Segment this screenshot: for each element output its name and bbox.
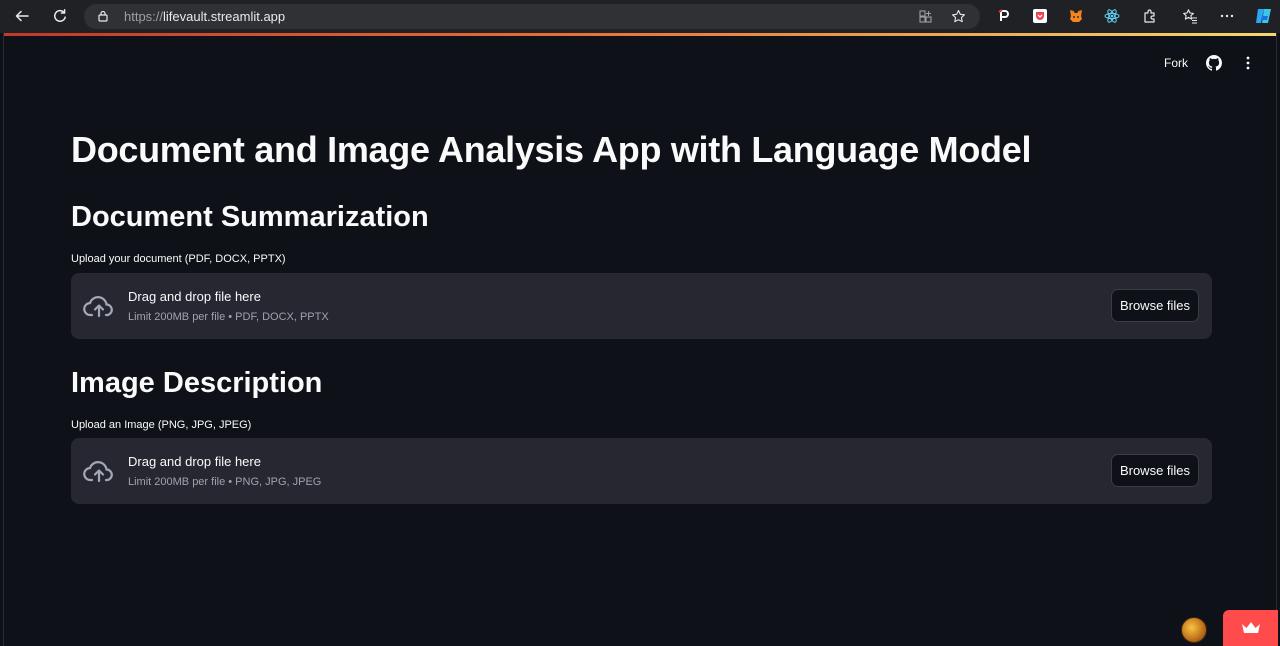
lock-icon[interactable] — [97, 10, 109, 22]
address-bar[interactable]: https://lifevault.streamlit.app — [84, 4, 980, 29]
document-summarization-heading: Document Summarization — [71, 201, 429, 233]
dropzone-instruction: Drag and drop file here — [128, 289, 261, 304]
copilot-icon[interactable] — [1254, 6, 1274, 26]
document-uploader-label: Upload your document (PDF, DOCX, PPTX) — [71, 253, 286, 265]
decoration-bar — [4, 33, 1276, 36]
extension-metamask-icon[interactable] — [1068, 8, 1084, 24]
cloud-upload-icon — [83, 461, 113, 483]
document-dropzone[interactable]: Drag and drop file here Limit 200MB per … — [71, 273, 1212, 339]
image-dropzone[interactable]: Drag and drop file here Limit 200MB per … — [71, 438, 1212, 504]
manage-app-button[interactable] — [1223, 610, 1278, 646]
back-button[interactable] — [11, 5, 33, 27]
dropzone-limit: Limit 200MB per file • PNG, JPG, JPEG — [128, 476, 322, 488]
cloud-upload-icon — [83, 296, 113, 318]
crown-icon — [1241, 622, 1260, 633]
image-description-heading: Image Description — [71, 367, 323, 399]
app-viewport: Fork Document and Image Analysis App wit… — [3, 33, 1278, 646]
url-text[interactable]: https://lifevault.streamlit.app — [124, 9, 285, 24]
page-title: Document and Image Analysis App with Lan… — [71, 129, 1032, 170]
arrow-left-icon — [15, 10, 29, 22]
reload-icon — [54, 9, 66, 22]
extensions-puzzle-icon[interactable] — [1142, 8, 1158, 24]
github-icon[interactable] — [1206, 55, 1222, 71]
app-available-icon[interactable] — [918, 9, 933, 24]
favorites-icon[interactable] — [1182, 8, 1198, 24]
browser-chrome: https://lifevault.streamlit.app — [0, 0, 1280, 33]
extension-react-icon[interactable] — [1104, 8, 1120, 24]
dropzone-instruction: Drag and drop file here — [128, 454, 261, 469]
main-menu-icon[interactable] — [1240, 55, 1256, 71]
reload-button[interactable] — [49, 5, 71, 27]
fork-button[interactable]: Fork — [1164, 56, 1188, 70]
app-toolbar: Fork — [1164, 55, 1256, 71]
browse-files-button[interactable]: Browse files — [1111, 454, 1199, 487]
extension-pocket-icon[interactable] — [1032, 8, 1048, 24]
url-protocol: https:// — [124, 9, 164, 24]
dropzone-limit: Limit 200MB per file • PDF, DOCX, PPTX — [128, 311, 329, 323]
image-uploader-label: Upload an Image (PNG, JPG, JPEG) — [71, 419, 252, 431]
star-icon[interactable] — [951, 9, 966, 24]
browse-files-button[interactable]: Browse files — [1111, 289, 1199, 322]
extension-p-icon[interactable] — [996, 8, 1012, 24]
more-options-icon[interactable] — [1219, 8, 1235, 24]
url-host: lifevault.streamlit.app — [163, 9, 286, 24]
user-avatar[interactable] — [1181, 617, 1207, 643]
